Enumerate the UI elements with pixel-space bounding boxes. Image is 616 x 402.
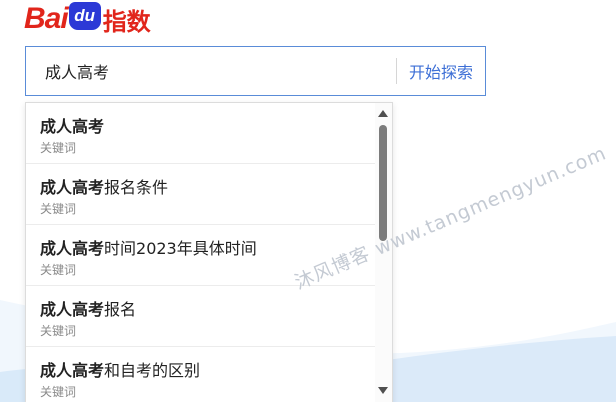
search-input[interactable] (26, 47, 396, 95)
suggestion-item[interactable]: 成人高考 关键词 (26, 103, 376, 164)
scroll-thumb[interactable] (379, 125, 387, 241)
suggestion-type-label: 关键词 (40, 385, 77, 399)
suggestion-match: 成人高考 (40, 117, 105, 136)
suggestion-text: 成人高考时间2023年具体时间 (40, 235, 257, 259)
logo-paw-icon: du (68, 2, 101, 30)
suggestion-item[interactable]: 成人高考和自考的区别 关键词 (26, 347, 376, 402)
search-bar: 开始探索 (25, 46, 486, 96)
suggestion-text: 成人高考报名 (40, 296, 136, 320)
suggestion-match: 成人高考 (40, 239, 105, 258)
logo-du-text: du (74, 6, 96, 25)
suggestion-text: 成人高考和自考的区别 (40, 357, 200, 381)
explore-button[interactable]: 开始探索 (397, 47, 485, 95)
suggestion-text: 成人高考 (40, 113, 104, 137)
suggestion-type-label: 关键词 (40, 324, 77, 338)
suggestion-type-label: 关键词 (40, 202, 77, 216)
suggestion-rest: 报名条件 (104, 178, 169, 197)
suggestion-item[interactable]: 成人高考报名条件 关键词 (26, 164, 376, 225)
suggestion-type-label: 关键词 (40, 141, 77, 155)
suggestion-item[interactable]: 成人高考报名 关键词 (26, 286, 376, 347)
suggestion-type-label: 关键词 (40, 263, 77, 277)
suggestion-match: 成人高考 (40, 361, 105, 380)
logo-index-text: 指数 (102, 8, 151, 36)
suggestion-rest: 和自考的区别 (104, 361, 201, 380)
baidu-index-logo[interactable]: Bai du 指数 (24, 2, 151, 36)
scroll-up-arrow-icon[interactable] (378, 110, 388, 117)
suggestion-match: 成人高考 (40, 178, 105, 197)
logo-bai-text: Bai (24, 2, 69, 35)
suggestion-match: 成人高考 (40, 300, 105, 319)
suggestion-rest: 报名 (104, 300, 137, 319)
suggestion-text: 成人高考报名条件 (40, 174, 168, 198)
suggestion-rest: 时间2023年具体时间 (104, 239, 257, 258)
scroll-down-arrow-icon[interactable] (378, 387, 388, 394)
